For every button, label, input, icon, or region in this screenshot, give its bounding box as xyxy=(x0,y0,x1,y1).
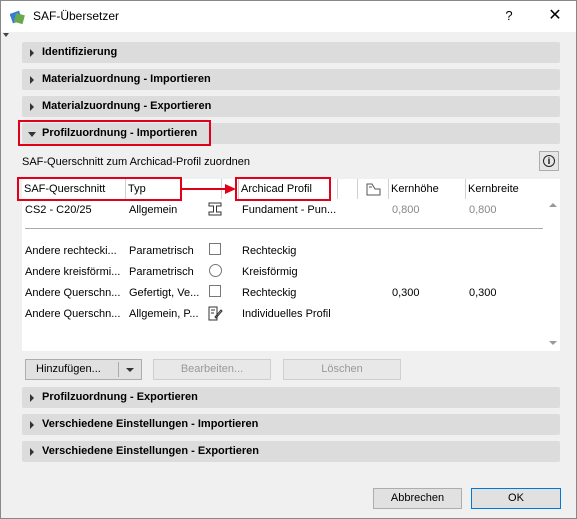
section-profilzuordnung-exportieren[interactable]: Profilzuordnung - Exportieren xyxy=(22,387,560,408)
cell-typ[interactable]: Allgemein, P... xyxy=(129,307,207,321)
cell-typ[interactable]: Parametrisch xyxy=(129,244,219,258)
cell-typ[interactable]: Allgemein xyxy=(129,203,219,217)
cell-typ[interactable]: Parametrisch xyxy=(129,265,219,279)
highlight-box-archicad-profil xyxy=(235,177,331,201)
expand-arrow-icon xyxy=(30,49,34,57)
close-button[interactable]: ✕ xyxy=(542,6,568,26)
cell-core-height[interactable]: 0,800 xyxy=(392,203,452,217)
section-identifizierung[interactable]: Identifizierung xyxy=(22,42,560,63)
cell-profile[interactable]: Rechteckig xyxy=(242,244,342,258)
scroll-up-icon[interactable] xyxy=(549,203,557,207)
expand-arrow-icon xyxy=(30,103,34,111)
delete-button[interactable]: Löschen xyxy=(283,359,401,380)
cell-core-height[interactable]: 0,300 xyxy=(392,286,452,300)
cell-typ[interactable]: Gefertigt, Ve... xyxy=(129,286,207,300)
column-header-core-height[interactable]: Kernhöhe xyxy=(389,179,466,199)
cell-profile[interactable]: Individuelles Profil xyxy=(242,307,352,321)
split-divider xyxy=(118,362,119,377)
section-label: Materialzuordnung - Importieren xyxy=(42,73,211,85)
title-bar[interactable]: SAF-Übersetzer ? ✕ xyxy=(1,1,576,32)
cell-core-width[interactable]: 0,800 xyxy=(469,203,529,217)
cell-saf[interactable]: Andere kreisförmi... xyxy=(25,265,125,279)
profile-type-icon xyxy=(366,183,381,196)
column-header-profile-icon[interactable] xyxy=(358,179,389,199)
section-label: Verschiedene Einstellungen - Importieren xyxy=(42,418,259,430)
edit-button[interactable]: Bearbeiten... xyxy=(153,359,271,380)
expand-arrow-icon xyxy=(30,394,34,402)
expand-arrow-icon xyxy=(30,448,34,456)
header-label: Kernbreite xyxy=(468,183,519,195)
dropdown-arrow-icon[interactable] xyxy=(126,368,134,372)
help-button[interactable]: ? xyxy=(496,6,522,26)
highlight-box-saf-typ xyxy=(17,177,182,201)
add-button-label: Hinzufügen... xyxy=(36,363,101,375)
window-title: SAF-Übersetzer xyxy=(33,9,120,23)
resize-marker-icon xyxy=(3,33,9,37)
panel-description: SAF-Querschnitt zum Archicad-Profil zuor… xyxy=(22,156,251,168)
square-icon xyxy=(209,243,221,255)
cell-core-width[interactable]: 0,300 xyxy=(469,286,529,300)
highlight-box-section xyxy=(18,120,211,146)
section-verschiedene-einstellungen-exportieren[interactable]: Verschiedene Einstellungen - Exportieren xyxy=(22,441,560,462)
section-label: Verschiedene Einstellungen - Exportieren xyxy=(42,445,260,457)
circle-icon xyxy=(209,264,222,277)
cancel-button[interactable]: Abbrechen xyxy=(373,488,462,509)
cell-profile[interactable]: Kreisförmig xyxy=(242,265,342,279)
column-header-core-width[interactable]: Kernbreite xyxy=(466,179,546,199)
section-materialzuordnung-exportieren[interactable]: Materialzuordnung - Exportieren xyxy=(22,96,560,117)
section-label: Identifizierung xyxy=(42,46,118,58)
header-label: Kernhöhe xyxy=(391,183,439,195)
section-materialzuordnung-importieren[interactable]: Materialzuordnung - Importieren xyxy=(22,69,560,90)
saf-translator-dialog: SAF-Übersetzer ? ✕ Identifizierung Mater… xyxy=(0,0,577,519)
table-scrollbar[interactable] xyxy=(546,199,560,351)
info-icon: i xyxy=(543,155,555,167)
arrow-right-icon xyxy=(181,184,236,194)
cell-profile[interactable]: Rechteckig xyxy=(242,286,342,300)
square-icon xyxy=(209,285,221,297)
section-verschiedene-einstellungen-importieren[interactable]: Verschiedene Einstellungen - Importieren xyxy=(22,414,560,435)
cell-profile[interactable]: Fundament - Pun... xyxy=(242,203,342,217)
section-label: Materialzuordnung - Exportieren xyxy=(42,100,212,112)
add-split-button[interactable]: Hinzufügen... xyxy=(25,359,142,380)
info-button[interactable]: i xyxy=(539,151,559,171)
expand-arrow-icon xyxy=(30,76,34,84)
ok-button[interactable]: OK xyxy=(471,488,561,509)
cell-saf[interactable]: Andere rechtecki... xyxy=(25,244,125,258)
profile-mapping-table: SAF-Querschnitt Typ Archicad Profil Kern… xyxy=(22,179,560,351)
section-label: Profilzuordnung - Exportieren xyxy=(42,391,198,403)
scroll-down-icon[interactable] xyxy=(549,341,557,345)
app-icon xyxy=(10,10,25,25)
expand-arrow-icon xyxy=(30,421,34,429)
cell-saf[interactable]: CS2 - C20/25 xyxy=(25,203,125,217)
custom-profile-icon xyxy=(208,306,223,321)
cell-saf[interactable]: Andere Querschn... xyxy=(25,286,125,300)
i-beam-icon xyxy=(208,202,222,216)
row-divider xyxy=(25,228,543,229)
cell-saf[interactable]: Andere Querschn... xyxy=(25,307,125,321)
column-header-blank xyxy=(338,179,358,199)
